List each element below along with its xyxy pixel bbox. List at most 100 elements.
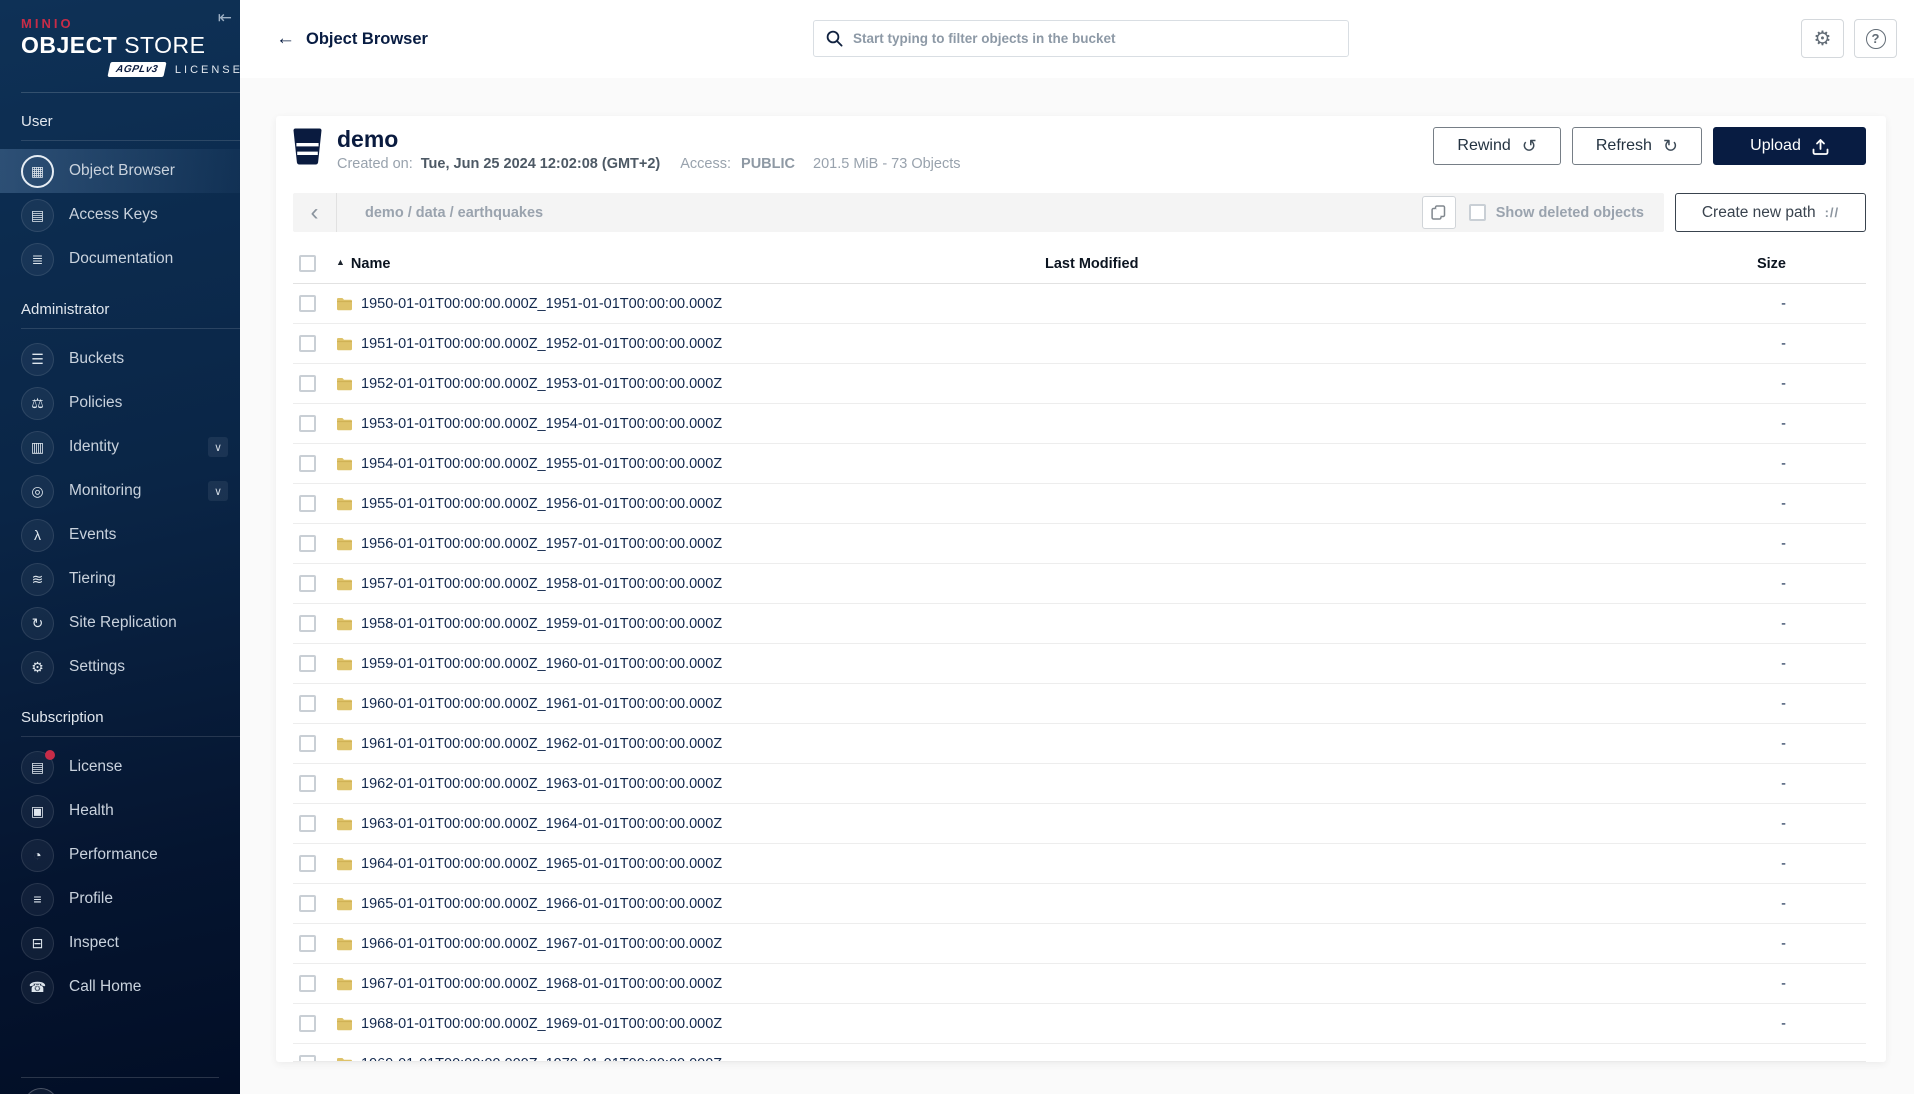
object-name-cell[interactable]: 1953-01-01T00:00:00.000Z_1954-01-01T00:0… — [336, 416, 1045, 432]
table-row[interactable]: 1959-01-01T00:00:00.000Z_1960-01-01T00:0… — [293, 644, 1866, 684]
table-row[interactable]: 1969-01-01T00:00:00.000Z_1970-01-01T00:0… — [293, 1044, 1866, 1062]
table-row[interactable]: 1967-01-01T00:00:00.000Z_1968-01-01T00:0… — [293, 964, 1866, 1004]
row-checkbox[interactable] — [299, 1055, 316, 1062]
row-checkbox[interactable] — [299, 575, 316, 592]
table-row[interactable]: 1963-01-01T00:00:00.000Z_1964-01-01T00:0… — [293, 804, 1866, 844]
table-row[interactable]: 1952-01-01T00:00:00.000Z_1953-01-01T00:0… — [293, 364, 1866, 404]
sidebar-item-documentation[interactable]: ≣Documentation — [0, 237, 240, 281]
sidebar-item-monitoring[interactable]: ◎Monitoring∨ — [0, 469, 240, 513]
row-checkbox[interactable] — [299, 535, 316, 552]
sidebar-item-buckets[interactable]: ☰Buckets — [0, 337, 240, 381]
table-row[interactable]: 1961-01-01T00:00:00.000Z_1962-01-01T00:0… — [293, 724, 1866, 764]
sidebar-item-health[interactable]: ▣Health — [0, 789, 240, 833]
object-name-cell[interactable]: 1954-01-01T00:00:00.000Z_1955-01-01T00:0… — [336, 456, 1045, 472]
object-name-cell[interactable]: 1960-01-01T00:00:00.000Z_1961-01-01T00:0… — [336, 696, 1045, 712]
breadcrumb[interactable]: demo / data / earthquakes — [365, 205, 543, 221]
path-back-button[interactable]: ‹ — [293, 193, 337, 232]
sidebar-item-access-keys[interactable]: ▤Access Keys — [0, 193, 240, 237]
object-name-cell[interactable]: 1963-01-01T00:00:00.000Z_1964-01-01T00:0… — [336, 816, 1045, 832]
search-input[interactable] — [853, 31, 1336, 46]
object-name-cell[interactable]: 1950-01-01T00:00:00.000Z_1951-01-01T00:0… — [336, 296, 1045, 312]
table-row[interactable]: 1960-01-01T00:00:00.000Z_1961-01-01T00:0… — [293, 684, 1866, 724]
row-checkbox[interactable] — [299, 935, 316, 952]
rewind-button[interactable]: Rewind ↺ — [1433, 127, 1560, 165]
settings-button[interactable]: ⚙ — [1801, 19, 1844, 58]
refresh-button[interactable]: Refresh ↻ — [1572, 127, 1702, 165]
show-deleted-checkbox[interactable] — [1469, 204, 1486, 221]
table-row[interactable]: 1966-01-01T00:00:00.000Z_1967-01-01T00:0… — [293, 924, 1866, 964]
row-checkbox[interactable] — [299, 455, 316, 472]
row-checkbox[interactable] — [299, 1015, 316, 1032]
help-button[interactable]: ? — [1854, 19, 1897, 58]
wordmark-object: OBJECT — [21, 32, 117, 58]
sidebar-item-license[interactable]: ▤License — [0, 745, 240, 789]
object-name-cell[interactable]: 1964-01-01T00:00:00.000Z_1965-01-01T00:0… — [336, 856, 1045, 872]
back-arrow-icon[interactable]: ← — [276, 28, 295, 50]
sidebar-item-policies[interactable]: ⚖Policies — [0, 381, 240, 425]
table-row[interactable]: 1964-01-01T00:00:00.000Z_1965-01-01T00:0… — [293, 844, 1866, 884]
row-checkbox[interactable] — [299, 375, 316, 392]
row-checkbox[interactable] — [299, 775, 316, 792]
object-name-cell[interactable]: 1958-01-01T00:00:00.000Z_1959-01-01T00:0… — [336, 616, 1045, 632]
row-checkbox[interactable] — [299, 895, 316, 912]
object-name-cell[interactable]: 1951-01-01T00:00:00.000Z_1952-01-01T00:0… — [336, 336, 1045, 352]
sidebar-item-tiering[interactable]: ≋Tiering — [0, 557, 240, 601]
column-header-size[interactable]: Size — [1606, 256, 1866, 272]
row-checkbox[interactable] — [299, 295, 316, 312]
object-name-cell[interactable]: 1968-01-01T00:00:00.000Z_1969-01-01T00:0… — [336, 1016, 1045, 1032]
object-name: 1966-01-01T00:00:00.000Z_1967-01-01T00:0… — [361, 936, 722, 952]
sidebar-item-inspect[interactable]: ⊟Inspect — [0, 921, 240, 965]
table-row[interactable]: 1954-01-01T00:00:00.000Z_1955-01-01T00:0… — [293, 444, 1866, 484]
object-name-cell[interactable]: 1957-01-01T00:00:00.000Z_1958-01-01T00:0… — [336, 576, 1045, 592]
sidebar-item-site-replication[interactable]: ↻Site Replication — [0, 601, 240, 645]
object-name-cell[interactable]: 1967-01-01T00:00:00.000Z_1968-01-01T00:0… — [336, 976, 1045, 992]
column-header-last-modified[interactable]: Last Modified — [1045, 256, 1606, 272]
sidebar-item-performance[interactable]: ◔Performance — [0, 833, 240, 877]
page-header-back[interactable]: ← Object Browser — [276, 28, 428, 50]
table-row[interactable]: 1968-01-01T00:00:00.000Z_1969-01-01T00:0… — [293, 1004, 1866, 1044]
select-all-checkbox[interactable] — [299, 255, 316, 272]
object-name-cell[interactable]: 1962-01-01T00:00:00.000Z_1963-01-01T00:0… — [336, 776, 1045, 792]
table-row[interactable]: 1958-01-01T00:00:00.000Z_1959-01-01T00:0… — [293, 604, 1866, 644]
row-checkbox[interactable] — [299, 415, 316, 432]
row-checkbox[interactable] — [299, 335, 316, 352]
sidebar-item-profile[interactable]: ≡Profile — [0, 877, 240, 921]
chevron-down-icon[interactable]: ∨ — [208, 481, 228, 501]
create-new-path-button[interactable]: Create new path :// — [1675, 193, 1866, 232]
table-row[interactable]: 1955-01-01T00:00:00.000Z_1956-01-01T00:0… — [293, 484, 1866, 524]
object-name-cell[interactable]: 1952-01-01T00:00:00.000Z_1953-01-01T00:0… — [336, 376, 1045, 392]
chevron-down-icon[interactable]: ∨ — [208, 437, 228, 457]
table-row[interactable]: 1965-01-01T00:00:00.000Z_1966-01-01T00:0… — [293, 884, 1866, 924]
row-checkbox[interactable] — [299, 735, 316, 752]
copy-path-button[interactable] — [1422, 196, 1456, 229]
object-name-cell[interactable]: 1966-01-01T00:00:00.000Z_1967-01-01T00:0… — [336, 936, 1045, 952]
row-checkbox[interactable] — [299, 975, 316, 992]
sidebar-item-events[interactable]: λEvents — [0, 513, 240, 557]
size-cell: - — [1606, 456, 1866, 472]
row-checkbox[interactable] — [299, 495, 316, 512]
row-checkbox[interactable] — [299, 695, 316, 712]
row-checkbox[interactable] — [299, 855, 316, 872]
table-row[interactable]: 1953-01-01T00:00:00.000Z_1954-01-01T00:0… — [293, 404, 1866, 444]
column-header-name[interactable]: ▲Name — [336, 256, 1045, 272]
object-name-cell[interactable]: 1955-01-01T00:00:00.000Z_1956-01-01T00:0… — [336, 496, 1045, 512]
object-name-cell[interactable]: 1959-01-01T00:00:00.000Z_1960-01-01T00:0… — [336, 656, 1045, 672]
sidebar-item-object-browser[interactable]: ▦Object Browser — [0, 149, 240, 193]
object-name-cell[interactable]: 1961-01-01T00:00:00.000Z_1962-01-01T00:0… — [336, 736, 1045, 752]
table-row[interactable]: 1951-01-01T00:00:00.000Z_1952-01-01T00:0… — [293, 324, 1866, 364]
table-row[interactable]: 1957-01-01T00:00:00.000Z_1958-01-01T00:0… — [293, 564, 1866, 604]
table-row[interactable]: 1956-01-01T00:00:00.000Z_1957-01-01T00:0… — [293, 524, 1866, 564]
sidebar-item-identity[interactable]: ▥Identity∨ — [0, 425, 240, 469]
object-name-cell[interactable]: 1969-01-01T00:00:00.000Z_1970-01-01T00:0… — [336, 1056, 1045, 1062]
sidebar-item-settings[interactable]: ⚙Settings — [0, 645, 240, 689]
row-checkbox[interactable] — [299, 655, 316, 672]
sidebar-collapse-icon[interactable]: ⇤ — [218, 8, 232, 28]
row-checkbox[interactable] — [299, 615, 316, 632]
table-row[interactable]: 1950-01-01T00:00:00.000Z_1951-01-01T00:0… — [293, 284, 1866, 324]
sidebar-item-call-home[interactable]: ☎Call Home — [0, 965, 240, 1009]
object-name-cell[interactable]: 1956-01-01T00:00:00.000Z_1957-01-01T00:0… — [336, 536, 1045, 552]
object-name-cell[interactable]: 1965-01-01T00:00:00.000Z_1966-01-01T00:0… — [336, 896, 1045, 912]
row-checkbox[interactable] — [299, 815, 316, 832]
table-row[interactable]: 1962-01-01T00:00:00.000Z_1963-01-01T00:0… — [293, 764, 1866, 804]
upload-button[interactable]: Upload — [1713, 127, 1866, 165]
